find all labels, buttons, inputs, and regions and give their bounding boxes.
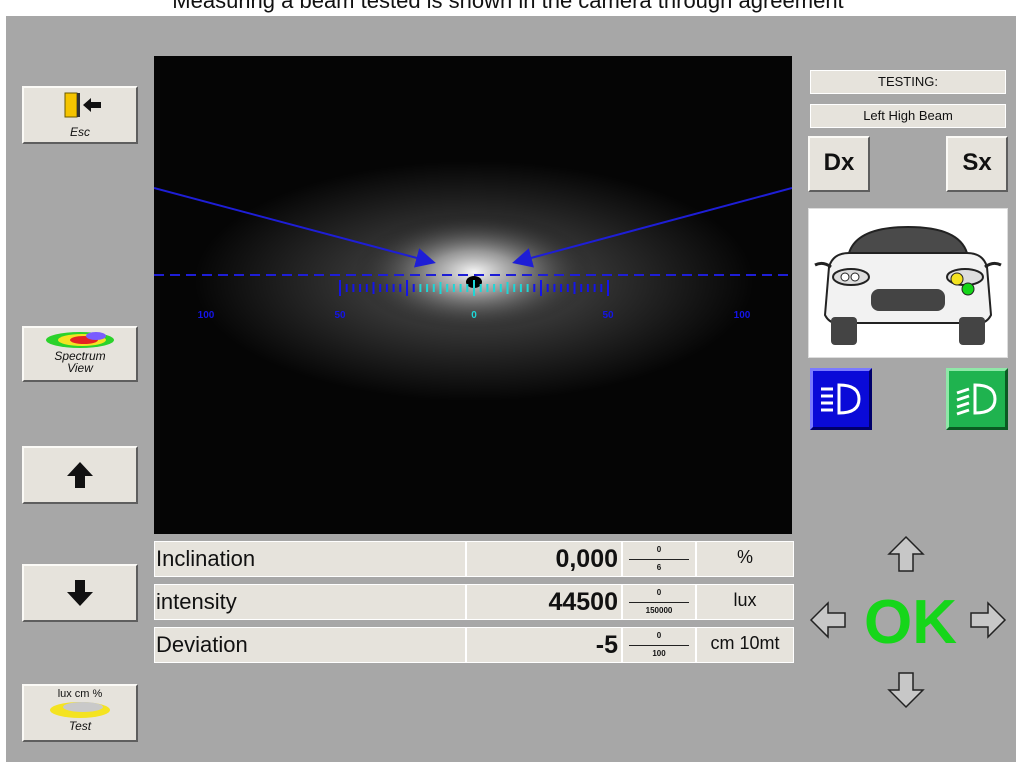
- measure-range: 0 100: [622, 627, 696, 663]
- high-beam-button[interactable]: [810, 368, 872, 430]
- arrow-up-outline-icon[interactable]: [886, 534, 926, 579]
- measure-unit: cm 10mt: [696, 627, 794, 663]
- measure-unit: lux: [696, 584, 794, 620]
- measure-range: 0 6: [622, 541, 696, 577]
- ok-status: OK: [864, 588, 957, 657]
- car-diagram: [808, 208, 1008, 358]
- measure-range: 0 150000: [622, 584, 696, 620]
- range-max: 100: [652, 649, 666, 658]
- measure-value: -5: [466, 627, 622, 663]
- range-min: 0: [656, 545, 662, 554]
- scale-label: 100: [198, 310, 215, 321]
- arrow-right-outline-icon[interactable]: [968, 600, 1008, 645]
- test-label: Test: [68, 719, 92, 733]
- esc-button[interactable]: Esc: [22, 86, 138, 144]
- measure-value: 0,000: [466, 541, 622, 577]
- spectrum-heatmap-icon: [24, 328, 136, 350]
- left-pointer-line: [154, 187, 436, 268]
- caption-text: Measuring a beam tested is shown in the …: [172, 0, 844, 13]
- arrow-left-outline-icon[interactable]: [808, 600, 848, 645]
- scale-label: 50: [334, 310, 346, 321]
- arrow-down-outline-icon[interactable]: [886, 670, 926, 715]
- high-beam-icon: [813, 383, 869, 431]
- low-beam-icon: [949, 383, 1005, 431]
- measure-label: Deviation: [154, 627, 466, 663]
- scale-labels: 100 50 0 50 100: [198, 310, 751, 321]
- left-lamp-green: [961, 282, 975, 296]
- sx-button[interactable]: Sx: [946, 136, 1008, 192]
- arrow-up-button[interactable]: [22, 446, 138, 504]
- range-max: 6: [656, 563, 662, 572]
- range-max: 150000: [645, 606, 673, 615]
- table-row: Deviation -5 0 100 cm 10mt: [154, 627, 794, 663]
- camera-viewer: 100 50 0 50 100: [154, 56, 792, 534]
- arrow-down-icon: [65, 580, 95, 612]
- arrow-up-icon: [65, 462, 95, 494]
- main-panel: Esc Spectrum View lux cm % Test 100 50 0…: [6, 16, 1016, 762]
- left-lamp-yellow: [950, 272, 964, 286]
- range-min: 0: [656, 588, 662, 597]
- lux-test-button[interactable]: lux cm % Test: [22, 684, 138, 742]
- view-label: View: [67, 361, 93, 375]
- measure-unit: %: [696, 541, 794, 577]
- arrow-down-button[interactable]: [22, 564, 138, 622]
- table-row: intensity 44500 0 150000 lux: [154, 584, 794, 620]
- test-top-label: lux cm %: [57, 688, 103, 700]
- esc-label: Esc: [69, 125, 90, 139]
- testing-label: TESTING:: [810, 70, 1006, 94]
- right-pointer-line: [512, 187, 792, 268]
- low-beam-button[interactable]: [946, 368, 1008, 430]
- measure-label: Inclination: [154, 541, 466, 577]
- lux-test-icon: [24, 700, 136, 720]
- measure-value: 44500: [466, 584, 622, 620]
- beam-label: Left High Beam: [810, 104, 1006, 128]
- dx-button[interactable]: Dx: [808, 136, 870, 192]
- table-row: Inclination 0,000 0 6 %: [154, 541, 794, 577]
- measure-label: intensity: [154, 584, 466, 620]
- range-min: 0: [656, 631, 662, 640]
- scale-label: 0: [471, 310, 477, 321]
- scale-label: 100: [734, 310, 751, 321]
- spectrum-view-button[interactable]: Spectrum View: [22, 326, 138, 382]
- scale-label: 50: [602, 310, 614, 321]
- exit-door-icon: [24, 88, 136, 126]
